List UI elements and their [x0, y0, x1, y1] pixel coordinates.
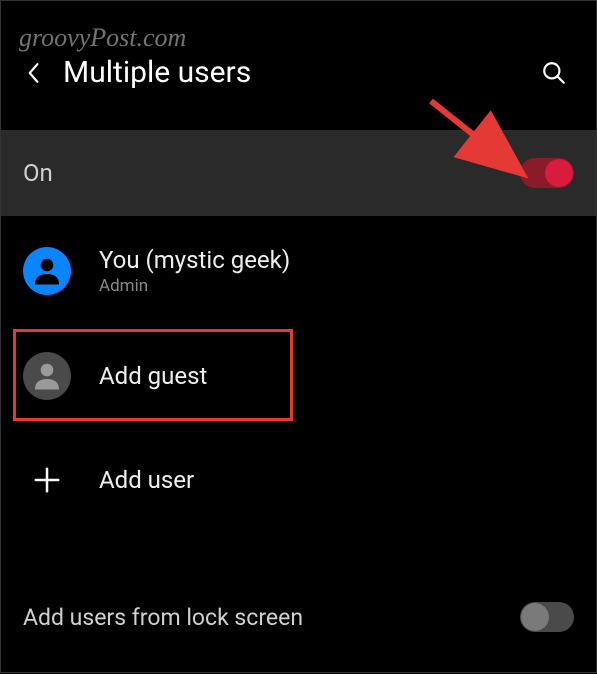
lock-screen-setting-row[interactable]: Add users from lock screen: [1, 574, 596, 660]
user-name: You (mystic geek): [99, 246, 290, 274]
search-button[interactable]: [540, 59, 568, 87]
back-button[interactable]: [21, 61, 45, 85]
add-guest-label: Add guest: [99, 362, 207, 390]
add-guest-info: Add guest: [99, 362, 207, 390]
add-guest-button[interactable]: Add guest: [1, 334, 596, 418]
guest-avatar-icon: [23, 352, 71, 400]
multiple-users-toggle[interactable]: [520, 158, 574, 188]
user-role: Admin: [99, 276, 290, 296]
user-info: You (mystic geek) Admin: [99, 246, 290, 296]
plus-icon: [23, 456, 71, 504]
lock-screen-label: Add users from lock screen: [23, 604, 303, 631]
lock-screen-toggle[interactable]: [520, 602, 574, 632]
page-title: Multiple users: [63, 55, 522, 90]
user-avatar-icon: [23, 247, 71, 295]
toggle-label: On: [23, 159, 53, 187]
user-row-you[interactable]: You (mystic geek) Admin: [1, 228, 596, 314]
add-user-label: Add user: [99, 466, 194, 494]
add-user-info: Add user: [99, 466, 194, 494]
toggle-knob-icon: [521, 603, 549, 631]
multiple-users-toggle-row[interactable]: On: [1, 130, 596, 216]
watermark-text: groovyPost.com: [19, 23, 186, 53]
add-user-button[interactable]: Add user: [1, 438, 596, 522]
chevron-left-icon: [26, 62, 40, 84]
user-list: You (mystic geek) Admin Add guest Add us…: [1, 216, 596, 534]
toggle-knob-icon: [545, 159, 573, 187]
search-icon: [541, 60, 567, 86]
